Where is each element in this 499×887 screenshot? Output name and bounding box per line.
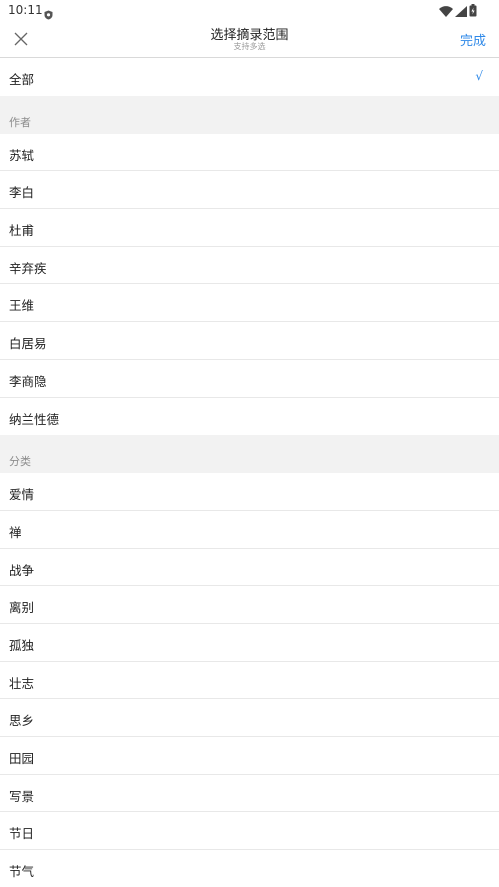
list-item-label: 思乡 <box>9 713 35 729</box>
list-item-label: 爱情 <box>9 487 35 503</box>
page-subtitle: 支持多选 <box>233 42 266 51</box>
list-item-label: 李商隐 <box>9 373 47 389</box>
list-item[interactable]: 写景 <box>0 774 499 813</box>
list-item-label: 王维 <box>9 298 35 314</box>
check-icon: √ <box>475 69 483 83</box>
status-bar: 10:11 <box>0 0 499 22</box>
list-item[interactable]: 禅 <box>0 510 499 549</box>
list-item[interactable]: 纳兰性德 <box>0 397 499 436</box>
status-icons <box>439 2 477 21</box>
done-button[interactable]: 完成 <box>460 30 486 49</box>
list-item-label: 杜甫 <box>9 223 35 239</box>
status-time: 10:11 <box>8 3 43 17</box>
list-item-label: 白居易 <box>9 336 47 352</box>
list-item[interactable]: 离别 <box>0 586 499 624</box>
list-item[interactable]: 孤独 <box>0 623 499 662</box>
list-item[interactable]: 节气 <box>0 850 499 887</box>
list-item[interactable]: 节日 <box>0 812 499 851</box>
list-item-label: 离别 <box>9 600 35 616</box>
section-header-authors: 作者 <box>0 95 499 134</box>
list-item-label: 辛弃疾 <box>9 260 47 276</box>
section-label: 分类 <box>9 455 31 469</box>
list-item-label: 禅 <box>9 524 22 540</box>
section-header-categories: 分类 <box>0 435 499 474</box>
section-label: 作者 <box>9 115 31 129</box>
list-item[interactable]: 田园 <box>0 737 499 775</box>
list-item[interactable]: 白居易 <box>0 322 499 360</box>
wifi-icon <box>439 2 453 21</box>
list-item[interactable]: 李商隐 <box>0 359 499 398</box>
list-item-label: 战争 <box>9 562 35 578</box>
list-item-label: 纳兰性德 <box>9 411 60 427</box>
nav-bar: 选择摘录范围 支持多选 完成 <box>0 22 499 58</box>
list-item[interactable]: 辛弃疾 <box>0 246 499 285</box>
scope-list: 全部 √ 作者 苏轼 李白 杜甫 辛弃疾 王维 白居易 李商隐 纳兰性德 分类 … <box>0 58 499 887</box>
list-item-all[interactable]: 全部 √ <box>0 58 499 96</box>
list-item-label: 节日 <box>9 826 35 842</box>
list-item[interactable]: 思乡 <box>0 699 499 737</box>
list-item-label: 全部 <box>9 72 35 87</box>
list-item[interactable]: 战争 <box>0 548 499 587</box>
battery-icon <box>469 2 477 21</box>
list-item-label: 壮志 <box>9 675 35 691</box>
list-item[interactable]: 李白 <box>0 171 499 210</box>
list-item-label: 孤独 <box>9 637 35 653</box>
list-item-label: 节气 <box>9 864 35 880</box>
list-item[interactable]: 壮志 <box>0 661 499 700</box>
list-item-label: 李白 <box>9 185 35 201</box>
list-item[interactable]: 爱情 <box>0 473 499 511</box>
list-item-label: 苏轼 <box>9 147 35 163</box>
list-item-label: 写景 <box>9 788 35 804</box>
list-item[interactable]: 王维 <box>0 284 499 323</box>
list-item-label: 田园 <box>9 751 35 766</box>
list-item[interactable]: 杜甫 <box>0 209 499 247</box>
signal-icon <box>455 2 467 21</box>
list-item[interactable]: 苏轼 <box>0 133 499 172</box>
